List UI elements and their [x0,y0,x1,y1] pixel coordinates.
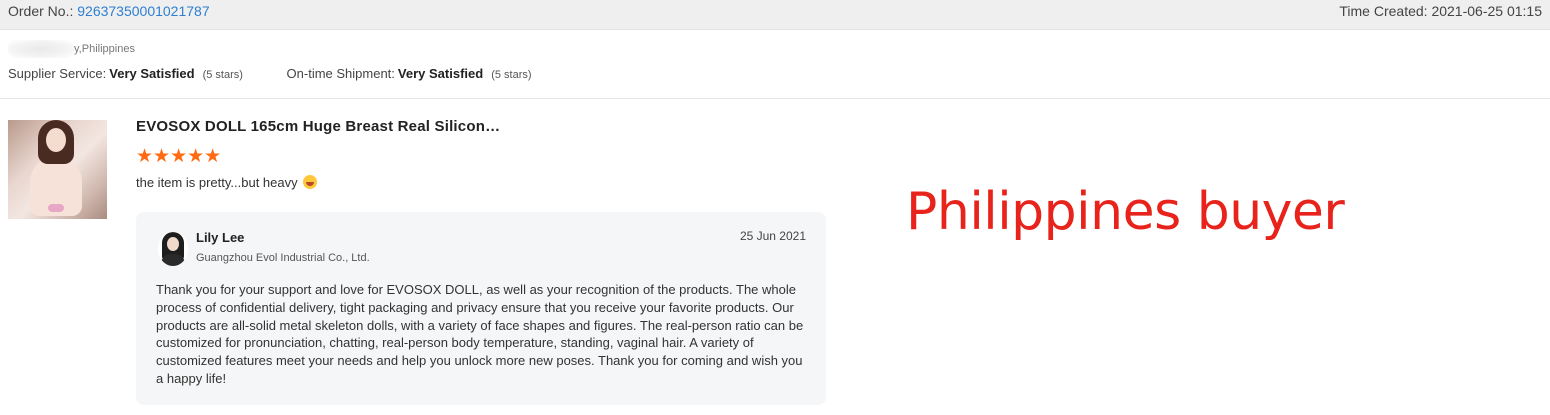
avatar-shoulders [161,254,185,266]
buyer-location: y,Philippines [8,40,135,58]
avatar [158,232,188,266]
time-created: Time Created: 2021-06-25 01:15 [1339,3,1542,19]
review-comment: the item is pretty...but heavy [136,175,298,190]
order-number: Order No.: 92637350001021787 [8,3,210,19]
seller-name: Lily Lee [196,230,245,245]
avatar-face [167,237,179,251]
product-thumbnail[interactable] [8,120,107,219]
review-text: the item is pretty...but heavy [136,175,318,190]
thumbnail-accent [48,204,64,212]
seller-reply-box: Lily Lee Guangzhou Evol Industrial Co., … [136,212,826,405]
laughing-emoji-icon [303,175,318,189]
seller-company: Guangzhou Evol Industrial Co., Ltd. [196,252,370,264]
buyer-country-annotation: Philippines buyer [906,182,1345,242]
reply-body: Thank you for your support and love for … [156,282,804,386]
blurred-buyer-name [8,40,74,58]
supplier-service-label: Supplier Service: [8,66,107,81]
buyer-location-text: y,Philippines [74,43,135,55]
order-number-label: Order No.: [8,3,74,19]
shipment-value: Very Satisfied [397,66,484,81]
order-number-link[interactable]: 92637350001021787 [77,3,209,19]
seller-ratings: Supplier Service: Very Satisfied (5 stars)… [8,66,532,81]
shipment-label: On-time Shipment: [286,66,395,81]
time-created-value: 2021-06-25 01:15 [1431,3,1542,19]
review-star-rating: ★★★★★ [136,146,222,167]
time-created-label: Time Created: [1339,3,1428,19]
order-header-bar: Order No.: 92637350001021787 Time Create… [0,0,1550,30]
supplier-service-value: Very Satisfied [109,66,195,81]
supplier-service-stars: (5 stars) [202,69,243,81]
product-title-link[interactable]: EVOSOX DOLL 165cm Huge Breast Real Silic… [136,118,500,135]
section-divider [0,98,1550,99]
thumbnail-face [46,128,66,152]
reply-date: 25 Jun 2021 [739,229,806,243]
shipment-stars: (5 stars) [491,69,532,81]
